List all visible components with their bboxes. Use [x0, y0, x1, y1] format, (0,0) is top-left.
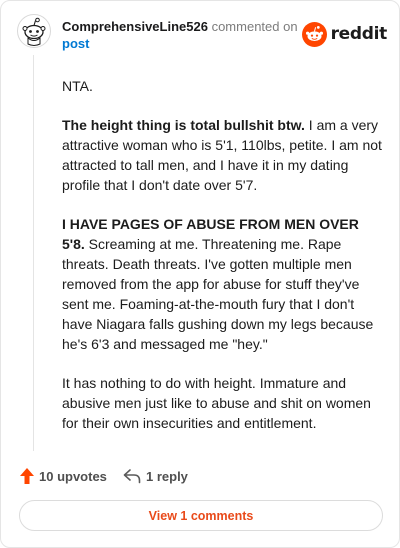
comment-paragraph: The height thing is total bullshit btw. …: [62, 115, 382, 195]
comment-bold-text: The height thing is total bullshit btw.: [62, 117, 305, 133]
comment-text: NTA.: [62, 78, 93, 94]
brand-wordmark: reddit: [330, 24, 388, 44]
comment-paragraph: It has nothing to do with height. Immatu…: [62, 373, 382, 433]
view-comments-label: View 1 comments: [148, 508, 254, 523]
username-link[interactable]: ComprehensiveLine526: [62, 19, 208, 34]
reply-button[interactable]: 1 reply: [123, 465, 188, 487]
reply-arrow-icon: [123, 468, 141, 484]
reddit-logo-icon: [301, 21, 327, 47]
reddit-brand[interactable]: reddit: [301, 21, 388, 47]
comment-text: Screaming at me. Threatening me. Rape th…: [62, 236, 374, 352]
comment-actions: 10 upvotes 1 reply: [19, 465, 379, 487]
thread-line[interactable]: [33, 55, 34, 451]
upvote-button[interactable]: 10 upvotes: [19, 465, 107, 487]
comment-paragraph: NTA.: [62, 76, 382, 96]
snoo-avatar-icon[interactable]: [17, 14, 51, 48]
post-link[interactable]: post: [62, 36, 89, 51]
view-comments-button[interactable]: View 1 comments: [19, 500, 383, 531]
comment-paragraph: I HAVE PAGES OF ABUSE FROM MEN OVER 5'8.…: [62, 214, 382, 354]
comment-header: ComprehensiveLine526 commented on post r…: [17, 14, 387, 54]
reply-count: 1 reply: [146, 468, 188, 484]
comment-text: It has nothing to do with height. Immatu…: [62, 375, 371, 431]
upvote-arrow-icon: [19, 467, 35, 485]
action-text: commented on: [211, 19, 298, 34]
comment-body: NTA. The height thing is total bullshit …: [62, 76, 382, 452]
upvote-count: 10 upvotes: [39, 468, 107, 484]
comment-meta: ComprehensiveLine526 commented on post: [62, 18, 307, 52]
comment-card: ComprehensiveLine526 commented on post r…: [0, 0, 400, 548]
